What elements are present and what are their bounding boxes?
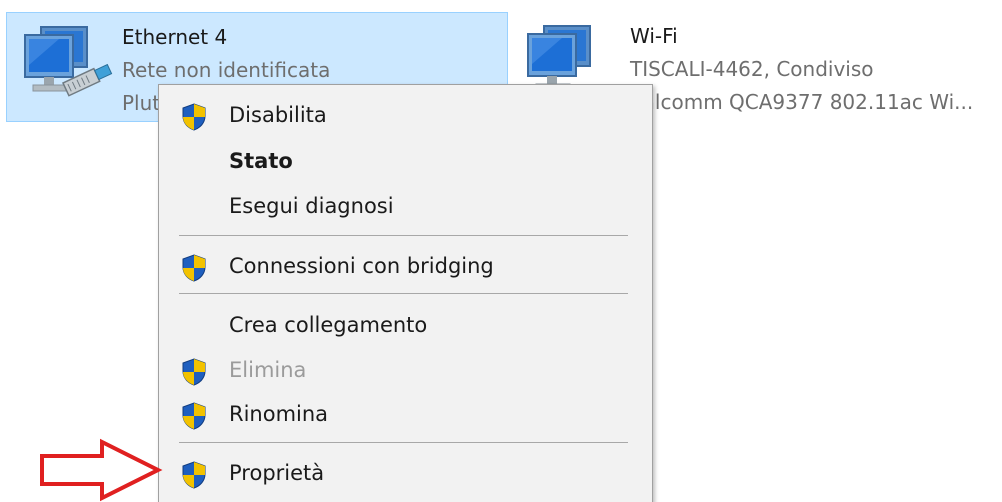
menu-item-proprieta[interactable]: Proprietà [159,452,652,494]
network-connections-window: Ethernet 4 Rete non identificata Plut Wi… [0,0,1002,502]
menu-item-label: Proprietà [229,461,325,485]
uac-shield-icon [182,103,206,131]
menu-item-label: Crea collegamento [229,313,428,337]
menu-item-connessioni-con-bridging[interactable]: Connessioni con bridging [159,245,652,287]
menu-item-label: Elimina [229,358,307,382]
menu-item-label: Disabilita [229,103,327,127]
red-arrow-annotation-icon [40,438,163,502]
menu-item-crea-collegamento[interactable]: Crea collegamento [159,304,652,346]
uac-shield-icon [182,254,206,282]
menu-item-label: Connessioni con bridging [229,254,494,278]
adapter-device: ualcomm QCA9377 802.11ac Wi... [630,90,974,114]
adapter-status: TISCALI-4462, Condiviso [630,57,874,81]
uac-shield-icon [182,358,206,386]
menu-item-elimina: Elimina [159,349,652,391]
menu-item-label: Esegui diagnosi [229,194,394,218]
adapter-name: Ethernet 4 [122,25,228,49]
uac-shield-icon [182,402,206,430]
context-menu: Disabilita Stato Esegui diagnosi Conness… [158,84,653,502]
ethernet-adapter-icon [24,26,113,97]
adapter-status: Rete non identificata [122,58,331,82]
uac-shield-icon [182,461,206,489]
menu-separator [179,442,628,443]
menu-separator [179,235,628,236]
adapter-name: Wi-Fi [630,24,678,48]
menu-item-label: Rinomina [229,402,329,426]
adapter-wifi-text: Wi-Fi TISCALI-4462, Condiviso ualcomm QC… [630,20,973,119]
menu-item-rinomina[interactable]: Rinomina [159,393,652,435]
menu-item-label: Stato [229,149,293,173]
menu-separator [179,293,628,294]
menu-item-esegui-diagnosi[interactable]: Esegui diagnosi [159,185,652,227]
menu-item-stato[interactable]: Stato [159,140,652,182]
menu-item-disabilita[interactable]: Disabilita [159,94,652,136]
